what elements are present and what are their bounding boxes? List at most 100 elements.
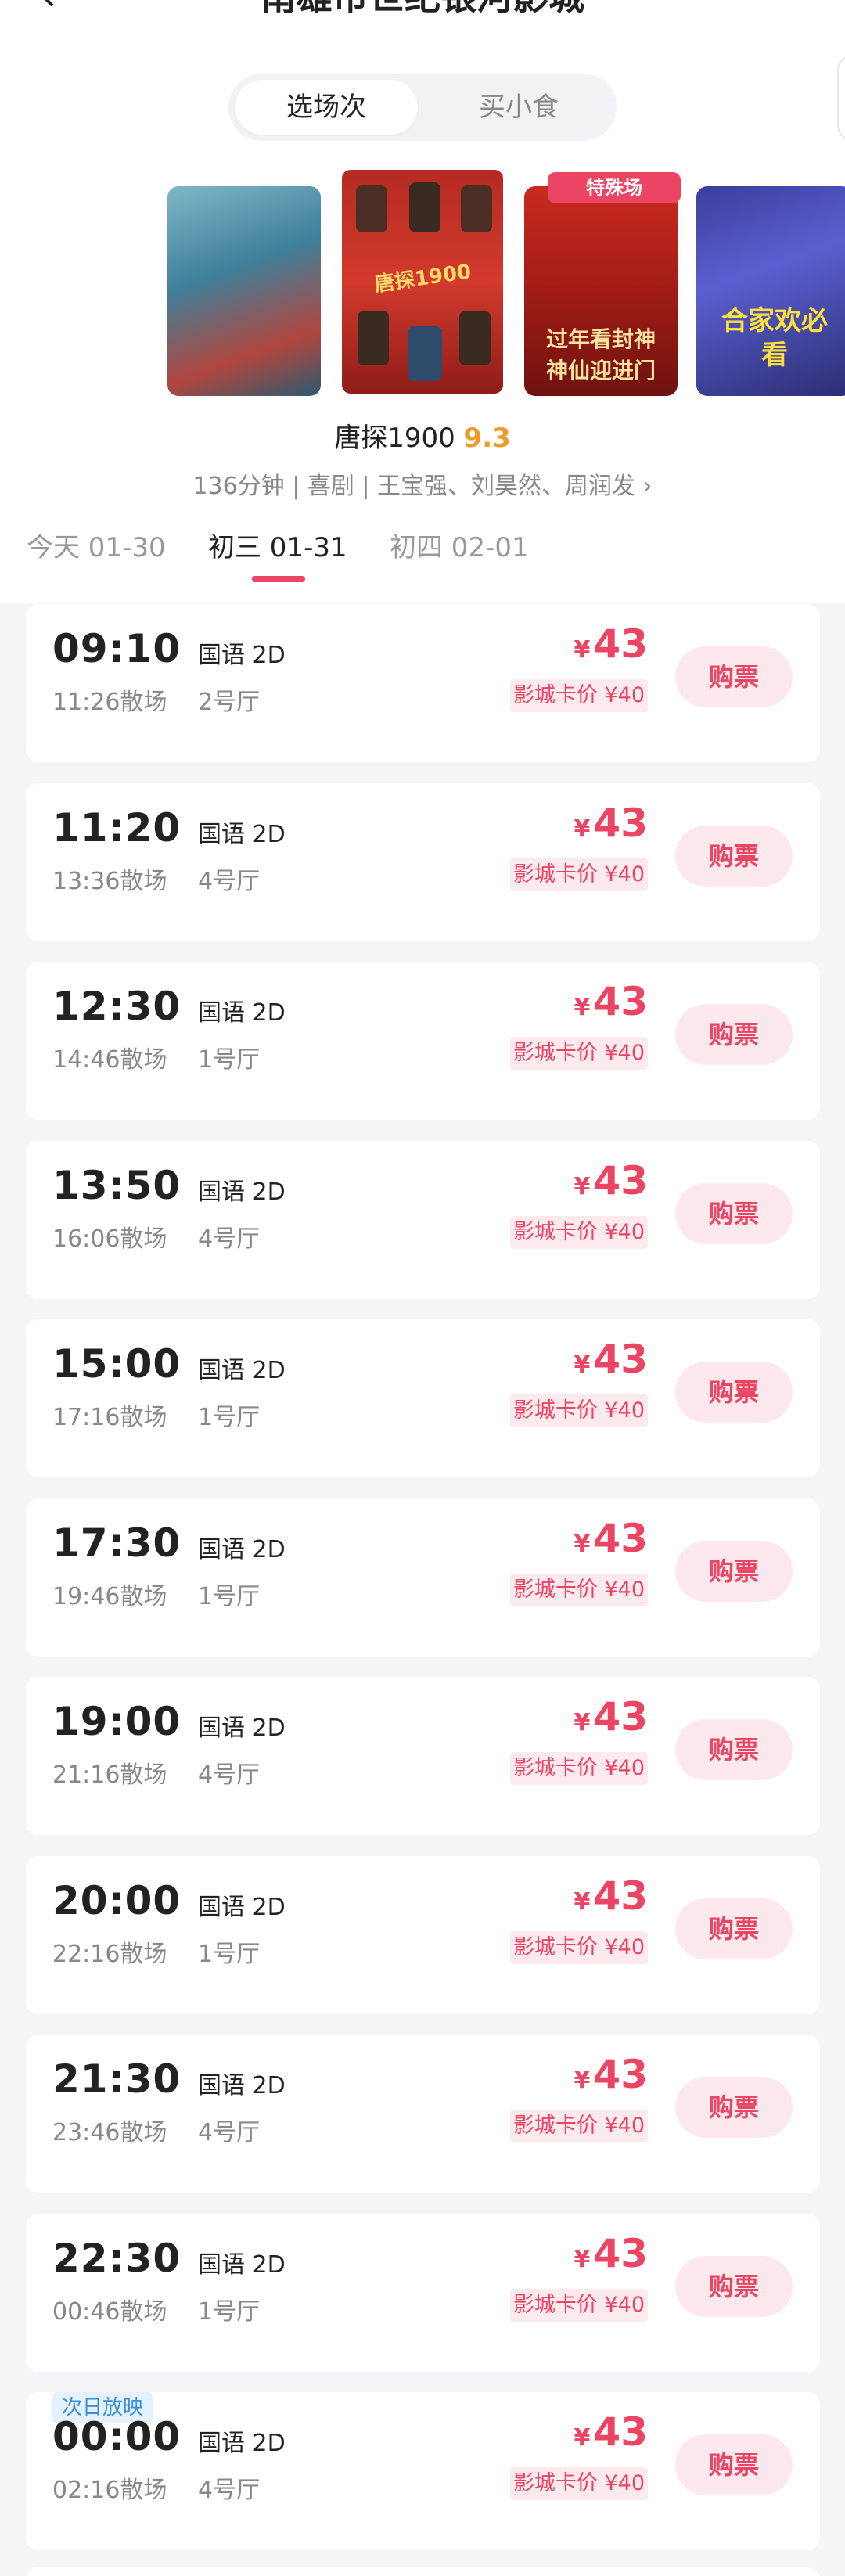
session-card[interactable]: 20:00 22:16散场 国语 2D 1号厅 ¥43 影城卡价 ¥40 购票: [26, 1856, 820, 2014]
side-handle[interactable]: [837, 55, 845, 141]
session-price: ¥43: [574, 2052, 648, 2097]
session-end-time: 22:16散场: [52, 1941, 167, 1968]
date-tab-selected[interactable]: 初三 01-31: [208, 526, 347, 564]
member-price: 影城卡价 ¥40: [509, 1752, 648, 1785]
session-price: ¥43: [574, 621, 648, 667]
session-start-time: 19:00: [52, 1699, 182, 1744]
movie-poster[interactable]: 合家欢必看: [696, 186, 845, 396]
session-hall: 1号厅: [198, 1046, 261, 1074]
session-end-time: 14:46散场: [52, 1046, 167, 1074]
member-price: 影城卡价 ¥40: [509, 679, 648, 712]
session-start-time: 22:30: [52, 2236, 182, 2281]
session-language: 国语 2D: [198, 2072, 286, 2099]
session-card[interactable]: 12:30 14:46散场 国语 2D 1号厅 ¥43 影城卡价 ¥40 购票: [26, 962, 820, 1120]
session-end-time: 16:06散场: [52, 1225, 167, 1253]
session-language: 国语 2D: [198, 2430, 286, 2457]
buy-ticket-button[interactable]: 购票: [675, 2434, 793, 2495]
session-card[interactable]: 13:50 16:06散场 国语 2D 4号厅 ¥43 影城卡价 ¥40 购票: [26, 1141, 820, 1299]
movie-poster[interactable]: [167, 186, 321, 396]
session-start-time: 20:00: [52, 1878, 182, 1923]
session-language: 国语 2D: [198, 2251, 286, 2279]
buy-ticket-button[interactable]: 购票: [675, 1362, 793, 1423]
movie-meta[interactable]: 136分钟 | 喜剧 | 王宝强、刘昊然、周润发 ›: [0, 466, 845, 501]
session-hall: 4号厅: [198, 1225, 261, 1253]
session-price: ¥43: [574, 1873, 648, 1919]
session-card[interactable]: 15:00 17:16散场 国语 2D 1号厅 ¥43 影城卡价 ¥40 购票: [26, 1319, 820, 1477]
session-language: 国语 2D: [198, 1357, 286, 1384]
movie-name: 唐探1900: [334, 423, 455, 454]
price-value: 43: [593, 1694, 648, 1740]
session-price: ¥43: [574, 801, 648, 846]
session-start-time: 13:50: [52, 1163, 182, 1208]
currency-symbol: ¥: [574, 2067, 591, 2094]
session-language: 国语 2D: [198, 821, 286, 848]
member-price: 影城卡价 ¥40: [509, 2110, 648, 2142]
session-hall: 1号厅: [198, 2298, 261, 2326]
session-card[interactable]: 21:30 23:46散场 国语 2D 4号厅 ¥43 影城卡价 ¥40 购票: [26, 2035, 820, 2193]
session-card[interactable]: 22:30 00:46散场 国语 2D 1号厅 ¥43 影城卡价 ¥40 购票: [26, 2214, 820, 2372]
currency-symbol: ¥: [574, 2424, 591, 2452]
currency-symbol: ¥: [574, 1351, 591, 1379]
session-hall: 4号厅: [198, 868, 261, 895]
movie-title[interactable]: 唐探1900 9.3: [0, 416, 845, 455]
session-end-time: 21:16散场: [52, 1761, 167, 1789]
session-card[interactable]: 17:30 19:46散场 国语 2D 1号厅 ¥43 影城卡价 ¥40 购票: [26, 1498, 820, 1657]
session-language: 国语 2D: [198, 1714, 286, 1742]
session-price: ¥43: [574, 2409, 648, 2455]
price-value: 43: [593, 801, 648, 846]
member-price: 影城卡价 ¥40: [509, 858, 648, 891]
special-screening-tag: 特殊场: [548, 172, 681, 203]
session-card[interactable]: 09:10 11:26散场 国语 2D 2号厅 ¥43 影城卡价 ¥40 购票: [26, 604, 820, 762]
member-price: 影城卡价 ¥40: [509, 1216, 648, 1249]
price-value: 43: [593, 2409, 648, 2455]
session-price: ¥43: [574, 1158, 648, 1203]
cinema-title: 南雄市世纪银河影城: [0, 0, 845, 20]
session-end-time: 00:46散场: [52, 2298, 167, 2326]
buy-ticket-button[interactable]: 购票: [675, 826, 793, 887]
session-end-time: 17:16散场: [52, 1404, 167, 1431]
price-value: 43: [593, 2231, 648, 2276]
currency-symbol: ¥: [574, 636, 591, 664]
member-price: 影城卡价 ¥40: [509, 2467, 648, 2500]
session-card[interactable]: 19:00 21:16散场 国语 2D 4号厅 ¥43 影城卡价 ¥40 购票: [26, 1677, 820, 1835]
session-language: 国语 2D: [198, 999, 286, 1027]
movie-poster[interactable]: 过年看封神 神仙迎进门: [524, 186, 678, 396]
buy-ticket-button[interactable]: 购票: [675, 2077, 793, 2138]
date-tab-underline: [252, 576, 305, 582]
tab-buy-snacks[interactable]: 买小食: [427, 80, 610, 135]
segment-control: 选场次 买小食: [228, 74, 617, 141]
buy-ticket-button[interactable]: 购票: [675, 2256, 793, 2317]
session-end-time: 19:46散场: [52, 1583, 167, 1610]
date-tab[interactable]: 初四 02-01: [390, 526, 529, 564]
currency-symbol: ¥: [574, 1173, 591, 1200]
currency-symbol: ¥: [574, 994, 591, 1021]
poster-carousel: 唐探1900 过年看封神 神仙迎进门 合家欢必看: [0, 164, 845, 399]
price-value: 43: [593, 2052, 648, 2097]
currency-symbol: ¥: [574, 1888, 591, 1916]
session-start-time: 09:10: [52, 626, 182, 671]
movie-poster-selected[interactable]: 唐探1900: [340, 167, 505, 396]
buy-ticket-button[interactable]: 购票: [675, 1898, 793, 1959]
session-price: ¥43: [574, 1694, 648, 1740]
buy-ticket-button[interactable]: 购票: [675, 1719, 793, 1780]
member-price: 影城卡价 ¥40: [509, 1394, 648, 1427]
session-language: 国语 2D: [198, 642, 286, 669]
currency-symbol: ¥: [574, 2246, 591, 2273]
date-tab-today[interactable]: 今天 01-30: [27, 526, 166, 564]
price-value: 43: [593, 621, 648, 667]
price-value: 43: [593, 1873, 648, 1919]
session-card[interactable]: 次日放映 00:00 02:16散场 国语 2D 4号厅 ¥43 影城卡价 ¥40 购票: [26, 2392, 820, 2550]
buy-ticket-button[interactable]: 购票: [675, 646, 793, 707]
buy-ticket-button[interactable]: 购票: [675, 1541, 793, 1602]
currency-symbol: ¥: [574, 815, 591, 843]
session-end-time: 02:16散场: [52, 2477, 167, 2504]
tab-select-session[interactable]: 选场次: [235, 80, 418, 135]
header: 南雄市世纪银河影城: [0, 0, 845, 23]
buy-ticket-button[interactable]: 购票: [675, 1004, 793, 1065]
session-card[interactable]: 11:20 13:36散场 国语 2D 4号厅 ¥43 影城卡价 ¥40 购票: [26, 783, 820, 941]
session-start-time: 21:30: [52, 2056, 182, 2102]
buy-ticket-button[interactable]: 购票: [675, 1183, 793, 1244]
member-price: 影城卡价 ¥40: [509, 1574, 648, 1606]
session-price: ¥43: [574, 1337, 648, 1382]
session-price: ¥43: [574, 1516, 648, 1561]
